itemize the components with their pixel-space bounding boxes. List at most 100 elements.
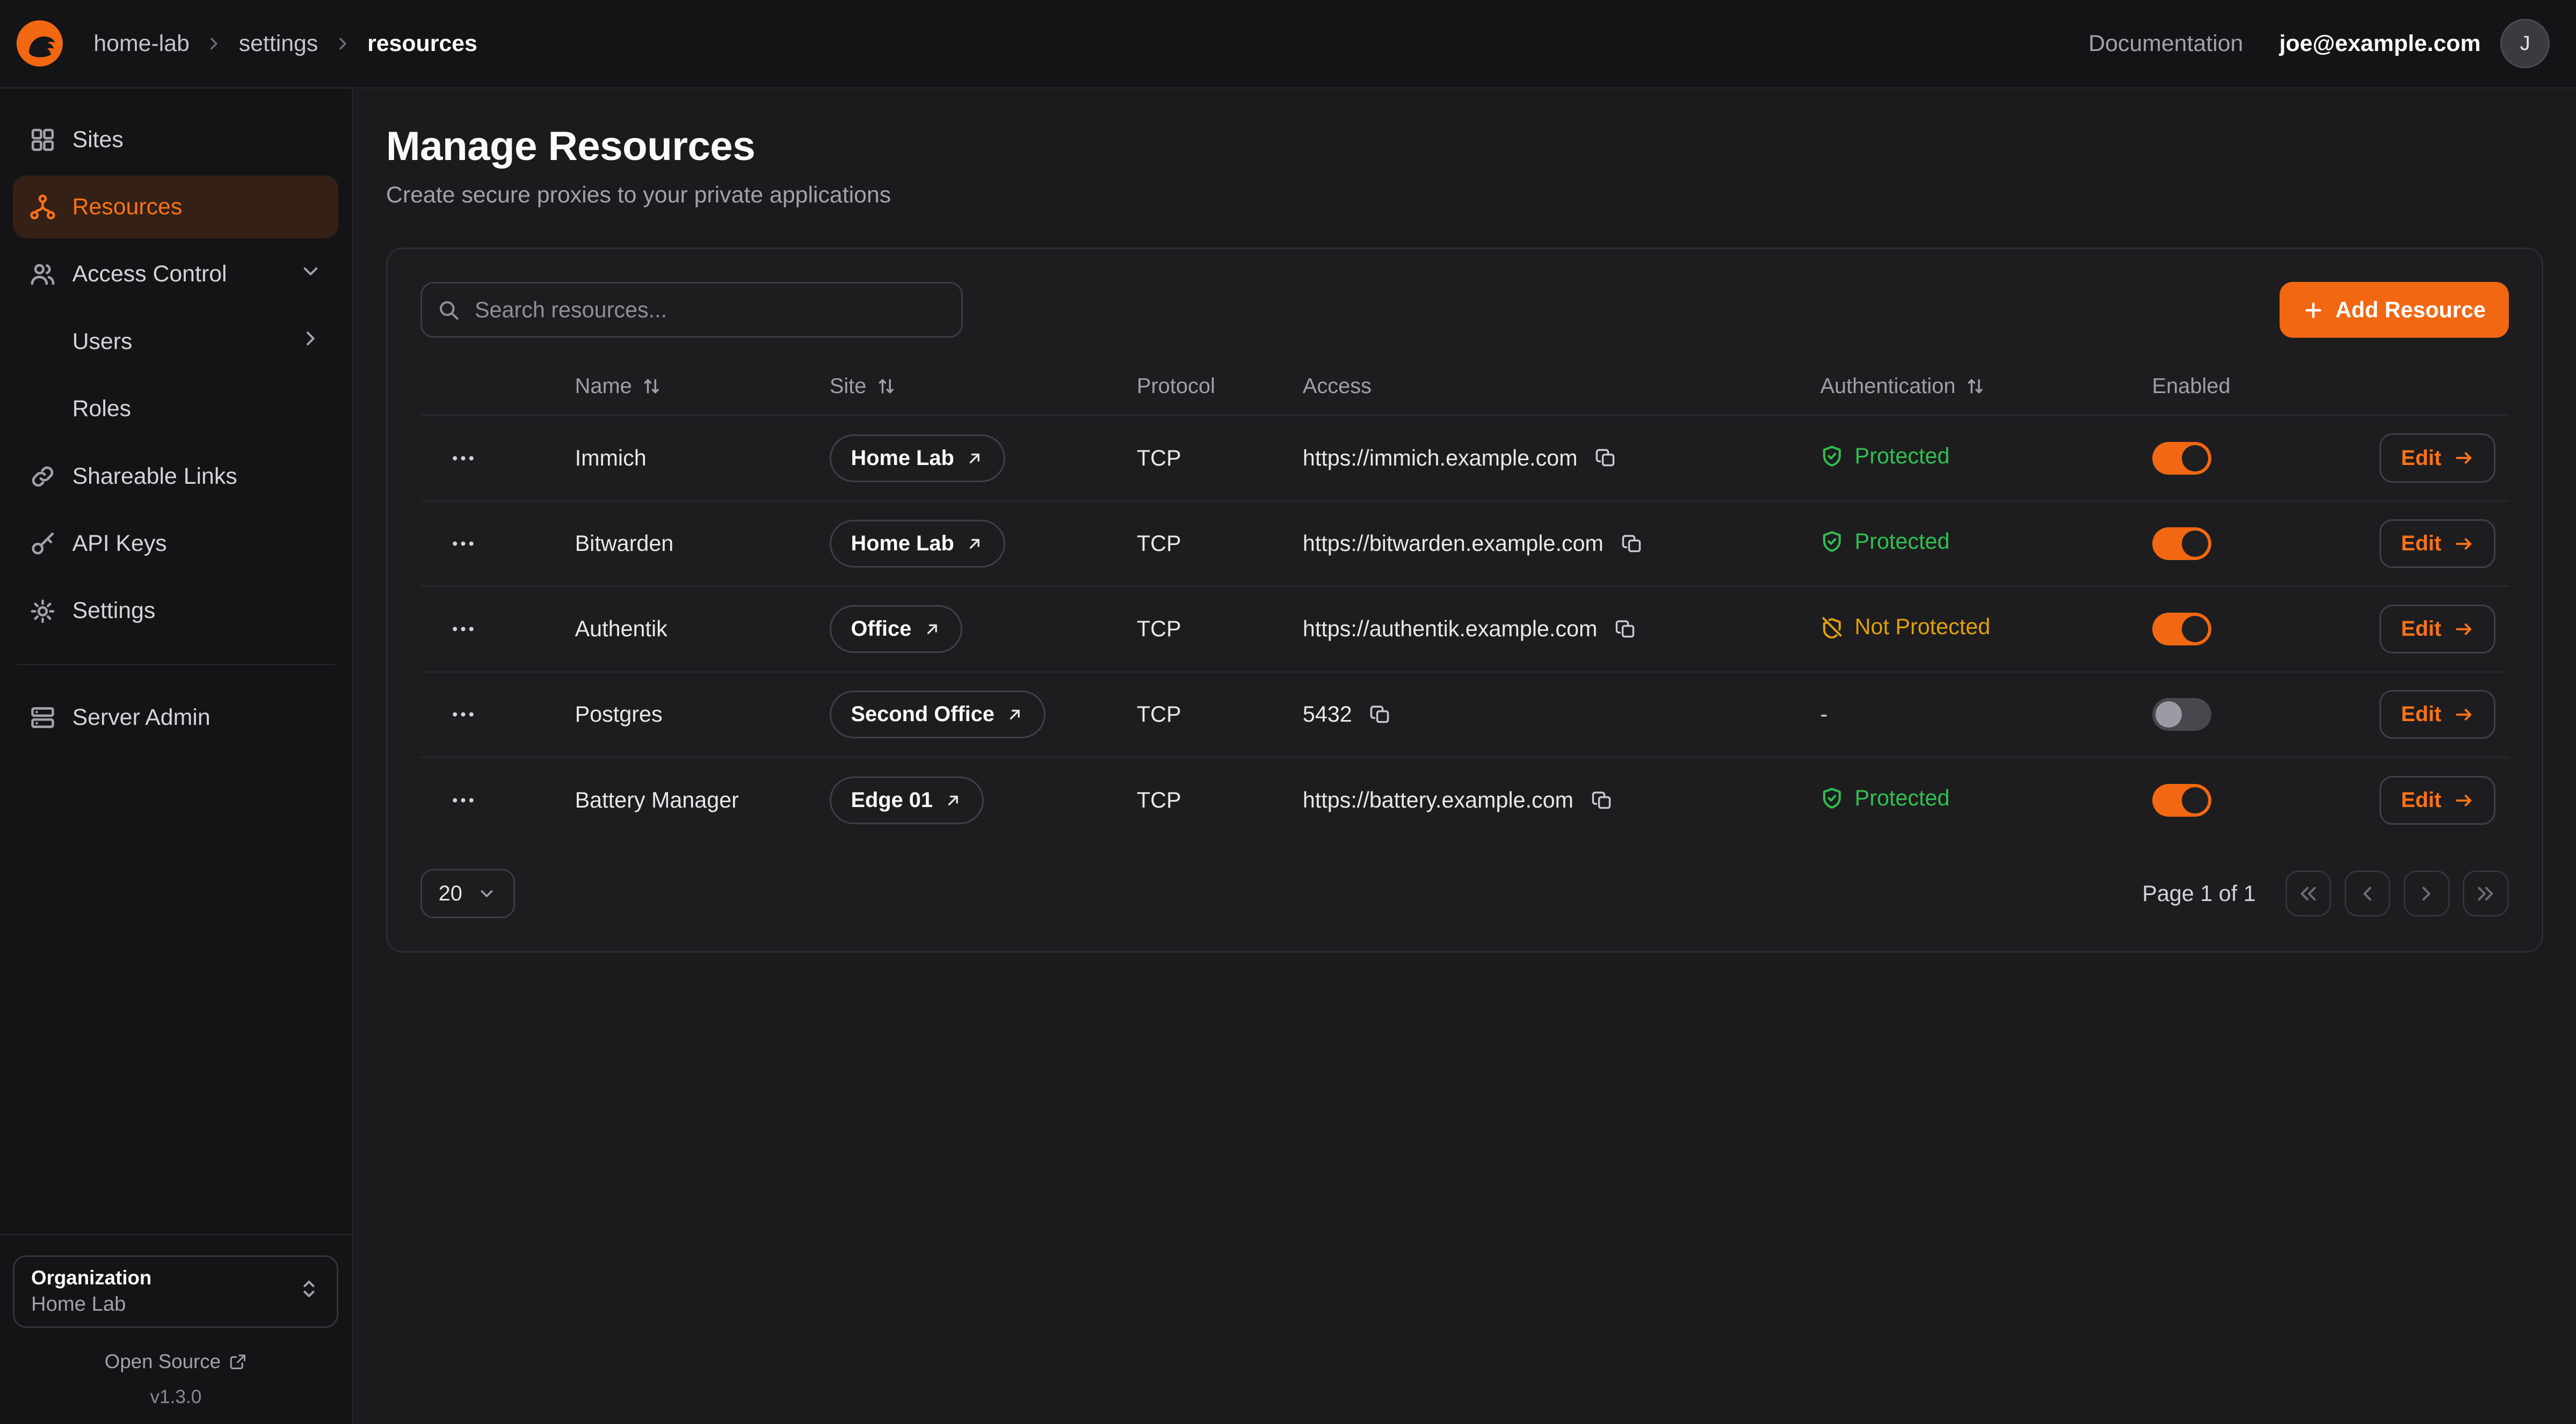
sidebar-item-api-keys[interactable]: API Keys xyxy=(13,512,338,575)
last-page-button[interactable] xyxy=(2463,870,2509,917)
shield-check-icon xyxy=(1820,445,1844,468)
sidebar-item-label: Shareable Links xyxy=(72,463,237,490)
open-source-link[interactable]: Open Source xyxy=(13,1350,338,1373)
row-actions-button[interactable] xyxy=(440,609,487,649)
row-actions-button[interactable] xyxy=(440,781,487,820)
copy-button[interactable] xyxy=(1588,786,1616,814)
arrow-up-right-icon xyxy=(966,535,984,553)
resource-name: Authentik xyxy=(575,616,667,641)
site-link[interactable]: Home Lab xyxy=(830,520,1005,568)
app-window: home-lab settings resources Documentatio… xyxy=(0,0,2576,1424)
enabled-toggle[interactable] xyxy=(2152,613,2211,645)
toggle-thumb xyxy=(2156,701,2182,728)
server-icon xyxy=(30,704,56,731)
search-input[interactable] xyxy=(420,282,963,338)
resource-name: Postgres xyxy=(575,702,663,726)
copy-button[interactable] xyxy=(1619,529,1646,557)
sort-by-name-button[interactable]: Name xyxy=(575,374,662,398)
sidebar-item-server-admin[interactable]: Server Admin xyxy=(13,687,338,749)
access-url: 5432 xyxy=(1303,702,1352,727)
breadcrumb-separator-icon xyxy=(333,34,353,54)
user-email: joe@example.com xyxy=(2280,31,2481,57)
sidebar-item-label: Access Control xyxy=(72,261,227,287)
organization-value: Home Lab xyxy=(31,1292,151,1316)
pangolin-logo[interactable] xyxy=(15,19,64,68)
edit-button[interactable]: Edit xyxy=(2379,690,2495,739)
edit-button[interactable]: Edit xyxy=(2379,605,2495,654)
next-page-button[interactable] xyxy=(2404,870,2450,917)
site-link[interactable]: Home Lab xyxy=(830,434,1005,482)
sidebar-item-access-control[interactable]: Access Control xyxy=(13,243,338,306)
chevrons-up-down-icon xyxy=(297,1277,321,1306)
sort-by-site-button[interactable]: Site xyxy=(830,374,896,398)
row-actions-button[interactable] xyxy=(440,695,487,734)
breadcrumb-separator-icon xyxy=(204,34,224,54)
sidebar-footer-divider xyxy=(0,1234,352,1236)
sidebar-item-users[interactable]: Users xyxy=(13,310,338,373)
site-link[interactable]: Second Office xyxy=(830,691,1046,738)
toggle-thumb xyxy=(2182,787,2208,813)
top-bar: home-lab settings resources Documentatio… xyxy=(0,0,2576,89)
access-url: https://authentik.example.com xyxy=(1303,616,1598,642)
arrow-right-icon xyxy=(2453,447,2475,469)
auth-status-badge: Not Protected xyxy=(1820,614,1991,640)
protocol-value: TCP xyxy=(1137,531,1181,556)
sidebar-item-resources[interactable]: Resources xyxy=(13,176,338,238)
copy-button[interactable] xyxy=(1612,615,1640,643)
previous-page-button[interactable] xyxy=(2345,870,2391,917)
first-page-button[interactable] xyxy=(2285,870,2332,917)
table-row: Bitwarden Home Lab TCP https://bitwarden… xyxy=(420,501,2509,586)
edit-button[interactable]: Edit xyxy=(2379,776,2495,825)
gear-icon xyxy=(30,598,56,624)
sidebar-divider xyxy=(17,664,336,665)
arrow-right-icon xyxy=(2453,619,2475,640)
protocol-value: TCP xyxy=(1137,616,1181,641)
enabled-toggle[interactable] xyxy=(2152,527,2211,560)
sidebar-item-settings[interactable]: Settings xyxy=(13,580,338,642)
site-link[interactable]: Office xyxy=(830,605,962,653)
organization-selector[interactable]: Organization Home Lab xyxy=(13,1255,338,1328)
search-box xyxy=(420,282,963,338)
user-menu-button[interactable]: joe@example.com J xyxy=(2280,19,2550,68)
edit-button[interactable]: Edit xyxy=(2379,433,2495,483)
row-actions-button[interactable] xyxy=(440,439,487,478)
sidebar-item-label: Server Admin xyxy=(72,704,211,731)
breadcrumb-org[interactable]: home-lab xyxy=(93,31,190,57)
documentation-link[interactable]: Documentation xyxy=(2088,31,2243,57)
sidebar-item-sites[interactable]: Sites xyxy=(13,108,338,171)
chevron-down-icon xyxy=(477,884,497,904)
sidebar-item-roles[interactable]: Roles xyxy=(13,378,338,440)
toggle-thumb xyxy=(2182,445,2208,471)
edit-button[interactable]: Edit xyxy=(2379,519,2495,569)
resource-name: Bitwarden xyxy=(575,531,674,556)
site-link[interactable]: Edge 01 xyxy=(830,776,984,824)
enabled-toggle[interactable] xyxy=(2152,442,2211,475)
auth-status-badge: Protected xyxy=(1820,786,1950,811)
waypoints-icon xyxy=(30,194,56,220)
auth-status-badge: Protected xyxy=(1820,529,1950,554)
copy-icon xyxy=(1622,533,1643,555)
sidebar-footer: Organization Home Lab Open Source v1.3.0 xyxy=(13,1234,338,1408)
pangolin-logo-icon xyxy=(15,19,64,68)
shield-check-icon xyxy=(1820,530,1844,553)
enabled-toggle[interactable] xyxy=(2152,784,2211,817)
row-actions-button[interactable] xyxy=(440,524,487,563)
topbar-right: Documentation joe@example.com J xyxy=(2088,19,2550,68)
add-resource-button[interactable]: Add Resource xyxy=(2280,282,2509,338)
sidebar-item-label: Resources xyxy=(72,194,183,220)
copy-button[interactable] xyxy=(1367,701,1395,729)
sort-by-authentication-button[interactable]: Authentication xyxy=(1820,374,1985,398)
enabled-toggle[interactable] xyxy=(2152,698,2211,731)
access-url: https://bitwarden.example.com xyxy=(1303,531,1603,556)
toggle-thumb xyxy=(2182,616,2208,642)
sidebar-item-shareable-links[interactable]: Shareable Links xyxy=(13,445,338,507)
breadcrumb-settings[interactable]: settings xyxy=(239,31,318,57)
protocol-value: TCP xyxy=(1137,702,1181,726)
column-access: Access xyxy=(1303,358,1820,416)
copy-button[interactable] xyxy=(1592,444,1620,472)
protocol-value: TCP xyxy=(1137,446,1181,470)
sort-icon xyxy=(642,376,662,396)
page-size-select[interactable]: 20 xyxy=(420,869,515,918)
table-row: Postgres Second Office TCP 5432 - Edit xyxy=(420,672,2509,757)
column-protocol: Protocol xyxy=(1137,358,1303,416)
